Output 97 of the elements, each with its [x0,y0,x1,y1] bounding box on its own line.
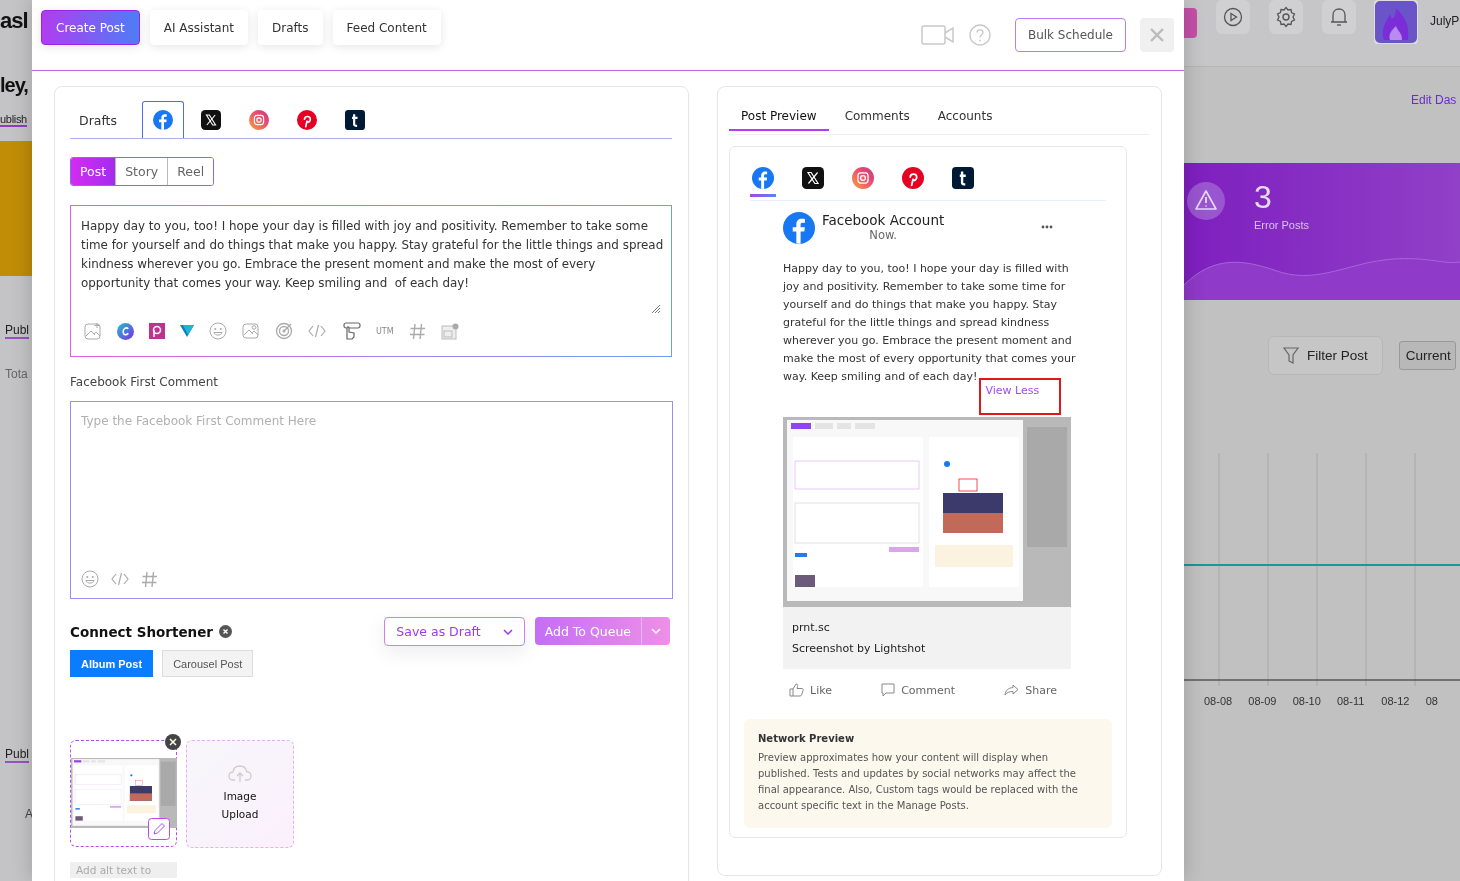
dialog-tab[interactable]: Feed Content [332,10,441,45]
notice-title: Network Preview [758,733,856,744]
post-type-tab[interactable]: Reel [167,158,214,185]
period-select[interactable]: Current [1398,341,1456,370]
instagram-icon [249,110,270,130]
bulk-schedule-button[interactable]: Bulk Schedule [1014,18,1126,52]
account-name: Facebook Account [822,212,945,228]
facebook-icon [752,167,774,189]
preview-tab[interactable]: Post Preview [729,107,829,131]
dialog-tab[interactable]: Create Post [41,10,140,45]
avatar-icon[interactable] [1374,0,1418,44]
axis-label: 08-08 [1204,695,1234,707]
remove-image-icon[interactable] [165,734,181,750]
axis-label: 08-10 [1292,695,1322,707]
tumblr-icon [952,167,974,189]
axis-label: 08 [1425,695,1439,707]
pointer-card-icon[interactable] [341,322,361,340]
preview-tab[interactable]: Comments [832,107,922,131]
axis-label: 08-11 [1337,695,1366,707]
filter-icon [1283,346,1299,365]
axis-label: 08-12 [1381,695,1411,707]
emoji-icon[interactable] [209,322,227,340]
hashtag-icon[interactable] [141,570,158,588]
uploaded-image[interactable] [70,740,177,847]
close-icon [1149,27,1165,43]
pinterest-icon [297,110,318,130]
post-action-button[interactable]: Comment [881,683,956,697]
page-title: asl [0,8,28,34]
footer-text: A [25,807,33,821]
tumblr-icon [345,110,366,130]
x-logo-icon [802,167,824,189]
image-search-icon[interactable] [242,322,260,340]
gear-icon [1275,6,1297,28]
preview-tab[interactable]: Accounts [925,107,1005,131]
play-button[interactable] [1216,0,1250,34]
edit-icon[interactable] [148,818,170,840]
resize-handle-icon[interactable] [651,304,661,314]
remove-icon[interactable] [219,625,232,638]
dashboard-tab[interactable]: ublish [0,113,27,127]
utm-button[interactable]: UTM [376,326,394,336]
axis-label: 08-09 [1248,695,1278,707]
alt-text-field[interactable]: Add alt text to [70,862,177,878]
section-heading: Publ [5,323,30,339]
pinterest-icon [902,167,924,189]
first-comment-label: Facebook First Comment [70,375,219,389]
user-name[interactable]: JulyP [1430,14,1460,28]
bell-icon [1329,6,1349,28]
notification-button[interactable] [1322,0,1356,34]
post-type-tab[interactable]: Post [71,158,116,185]
target-icon[interactable] [275,322,293,340]
greeting-text: ley, [0,74,28,97]
post-action-button[interactable]: Share [1004,683,1057,697]
post-time: Now. [869,228,897,242]
post-action-button[interactable]: Like [789,683,832,697]
section-heading: Publ [5,747,30,763]
total-label: Tota [5,367,28,381]
chevron-down-icon [651,628,661,634]
notice-text: Preview approximates how your content will display when published. Tests and updates by social networks may affect the final appearance. Also, Custom tags would be replaced with the account specific text in the Manage Posts. [758,751,1079,813]
link-title: Screenshot by Lightshot [792,642,927,655]
error-count: 3 [1254,179,1273,215]
more-icon[interactable] [1041,225,1053,229]
media-library-icon[interactable] [440,322,459,340]
instagram-icon [852,167,874,189]
filter-post-button[interactable]: Filter Post [1268,336,1383,375]
dialog-tab[interactable]: Drafts [258,10,323,45]
dialog-tab[interactable]: AI Assistant [149,10,249,45]
facebook-icon [783,212,815,244]
layout-option[interactable]: Album Post [70,650,154,677]
view-less-link[interactable]: View Less [985,382,1060,400]
share-icon [1004,684,1020,696]
shortener-label: Connect Shortener [70,623,213,640]
warning-icon [1186,181,1226,221]
filter-label: Filter Post [1307,348,1368,363]
picsart-icon[interactable] [149,323,165,339]
image-upload-button[interactable]: Image Upload [186,740,294,848]
layout-option[interactable]: Carousel Post [162,650,254,677]
post-text: Happy day to you, too! I hope your day is filled with joy and positivity. Remember to take some time for yourself and do things that make you happy. Stay grateful for the little things and spread kindness wherever you go. Embrace the present moment and make the most of every opportunity that comes your way. Keep smiling and of each day! [783,262,1076,383]
settings-button[interactable] [1269,0,1303,34]
error-label: Error Posts [1254,219,1309,231]
cloud-upload-icon [228,765,252,783]
link-domain: prnt.sc [792,621,831,634]
post-editor[interactable] [70,205,672,357]
canva-icon[interactable] [117,322,134,340]
thumbs-up-icon [789,683,804,697]
edit-dashboard-link[interactable]: Edit Das [1411,93,1460,107]
x-logo-icon [201,110,222,130]
hashtag-icon[interactable] [408,322,426,340]
comment-icon [881,683,896,697]
facebook-icon [153,110,174,130]
save-draft-button[interactable]: Save as Draft [384,617,525,646]
first-comment-box[interactable]: Type the Facebook First Comment Here [70,401,673,599]
emoji-icon[interactable] [81,570,99,588]
link-preview[interactable]: prnt.sc Screenshot by Lightshot [783,607,1071,669]
chevron-down-icon [502,628,513,635]
triangle-logo-icon[interactable] [180,325,194,337]
image-add-icon[interactable] [84,322,102,340]
play-icon [1223,7,1243,27]
